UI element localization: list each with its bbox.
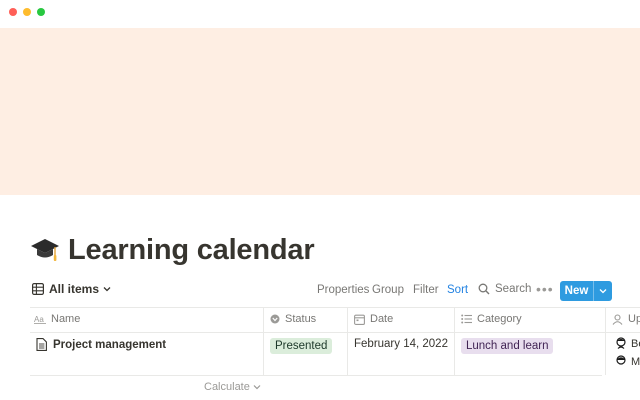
status-icon [270, 314, 280, 324]
row-bottom-border [30, 375, 602, 376]
calendar-icon [354, 314, 365, 325]
page-header: Learning calendar [30, 232, 315, 268]
calculate-button[interactable]: Calculate [204, 381, 261, 393]
search-button[interactable]: Search [478, 283, 531, 295]
column-header-label: Name [51, 313, 81, 325]
column-header-category[interactable]: Category [461, 313, 522, 325]
uploader-name: Be [631, 338, 640, 350]
column-header-uploader[interactable]: Up [612, 313, 640, 325]
row-name-label: Project management [53, 338, 167, 351]
table-row-name[interactable]: Project management [36, 338, 166, 351]
table-top-border [30, 307, 640, 308]
column-header-name[interactable]: Aa Name [34, 313, 80, 325]
category-badge: Lunch and learn [461, 338, 554, 354]
column-header-label: Status [285, 313, 317, 325]
minimize-window-button[interactable] [23, 8, 31, 16]
view-selector[interactable]: All items [32, 282, 116, 296]
table-icon [32, 283, 44, 295]
header-bottom-border [30, 332, 640, 333]
filter-button[interactable]: Filter [413, 284, 439, 296]
column-divider [454, 307, 455, 375]
table-row-category[interactable]: Lunch and learn [461, 338, 554, 354]
search-icon [478, 283, 490, 295]
more-options-button[interactable]: ••• [536, 281, 554, 297]
sort-button[interactable]: Sort [447, 284, 468, 296]
table-row-date[interactable]: February 14, 2022 [354, 338, 448, 350]
column-divider [605, 307, 606, 375]
column-header-label: Category [477, 313, 522, 325]
view-label: All items [49, 282, 100, 296]
new-options-button[interactable] [594, 281, 612, 301]
graduation-cap-icon[interactable] [30, 235, 60, 265]
chevron-down-icon [103, 287, 111, 292]
new-button[interactable]: New [560, 281, 594, 301]
search-label: Search [495, 283, 532, 295]
chevron-down-icon [599, 289, 607, 294]
column-header-status[interactable]: Status [270, 313, 316, 325]
person-icon [612, 313, 623, 325]
avatar[interactable] [615, 337, 627, 349]
avatar[interactable] [615, 355, 627, 367]
column-header-label: Up [628, 313, 640, 325]
window-titlebar [0, 0, 640, 28]
column-divider [263, 307, 264, 375]
properties-button[interactable]: Properties [317, 284, 369, 296]
database-toolbar: All items Properties Group Filter Sort S… [30, 280, 612, 302]
svg-text:Aa: Aa [34, 315, 44, 324]
calculate-label: Calculate [204, 381, 250, 393]
column-divider [347, 307, 348, 375]
zoom-window-button[interactable] [37, 8, 45, 16]
uploader-name: M [631, 356, 640, 368]
group-button[interactable]: Group [372, 284, 404, 296]
status-badge: Presented [270, 338, 333, 354]
column-header-label: Date [370, 313, 394, 325]
table-row-status[interactable]: Presented [270, 338, 333, 354]
column-header-date[interactable]: Date [354, 313, 393, 325]
chevron-down-icon [253, 385, 261, 390]
date-value: February 14, 2022 [354, 338, 448, 350]
list-icon [461, 314, 472, 324]
page-cover[interactable] [0, 28, 640, 195]
text-property-icon: Aa [34, 315, 46, 324]
page-title[interactable]: Learning calendar [68, 234, 315, 267]
new-button-group: New [560, 281, 612, 301]
page-document-icon [36, 338, 47, 351]
close-window-button[interactable] [9, 8, 17, 16]
